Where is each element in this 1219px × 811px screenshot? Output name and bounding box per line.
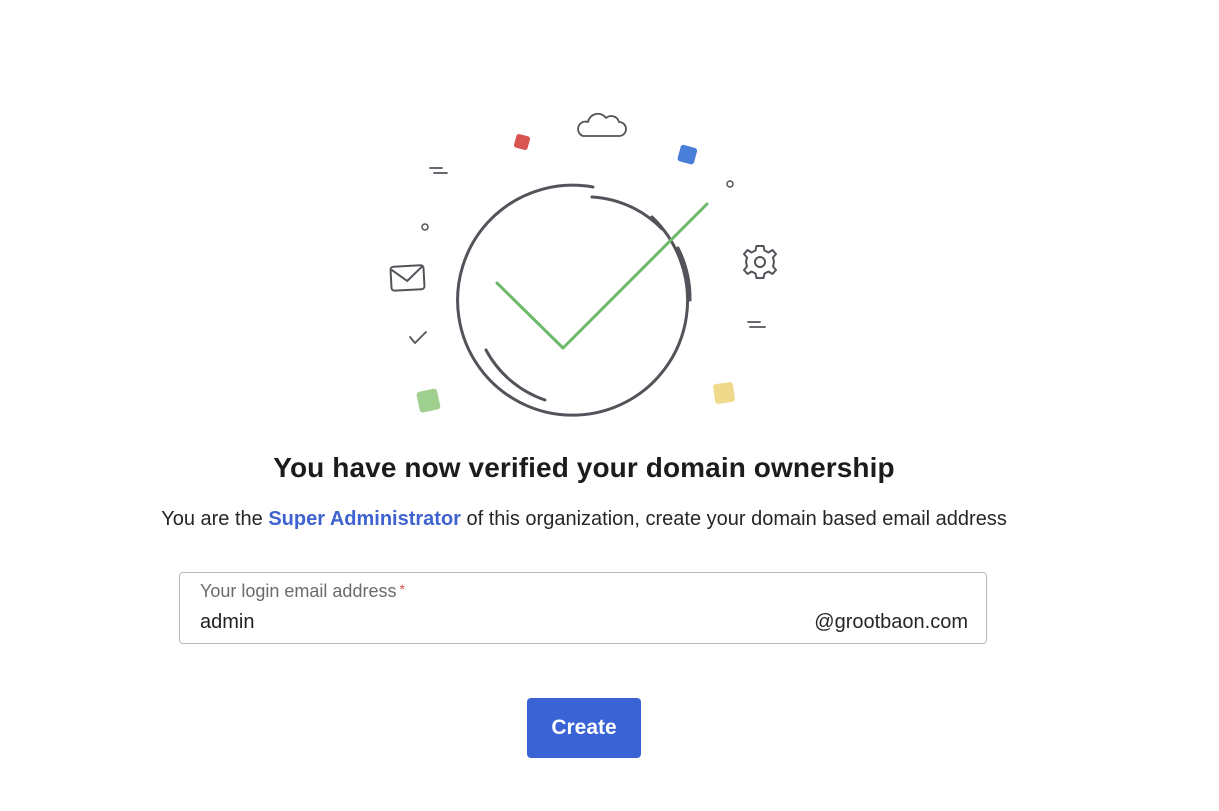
dash-marks-shape bbox=[429, 167, 766, 328]
small-circle-shape bbox=[726, 180, 734, 188]
login-email-field[interactable]: Your login email address* @grootbaon.com bbox=[179, 572, 987, 644]
description-text-after: of this organization, create your domain… bbox=[460, 508, 1007, 530]
required-marker: * bbox=[399, 581, 405, 597]
success-illustration bbox=[389, 112, 777, 417]
verified-domain-page: You have now verified your domain owners… bbox=[0, 0, 1219, 811]
ring-graphic bbox=[456, 183, 692, 417]
super-administrator-link[interactable]: Super Administrator bbox=[268, 508, 461, 530]
login-email-input[interactable] bbox=[200, 611, 760, 634]
envelope-icon bbox=[389, 264, 426, 292]
small-check-icon bbox=[409, 331, 427, 344]
login-email-label: Your login email address * bbox=[200, 581, 405, 602]
login-email-label-text: Your login email address bbox=[200, 581, 397, 601]
create-button[interactable]: Create bbox=[527, 698, 641, 758]
blue-square-shape bbox=[677, 144, 698, 165]
page-title: You have now verified your domain owners… bbox=[273, 452, 895, 483]
green-square-shape bbox=[416, 388, 441, 413]
description-text-before: You are the bbox=[161, 508, 269, 530]
red-square-shape bbox=[513, 133, 531, 151]
big-check-icon bbox=[495, 202, 709, 350]
page-description: You are the Super Administrator of this … bbox=[0, 508, 1168, 531]
small-circle-shape bbox=[421, 223, 429, 231]
email-domain-suffix: @grootbaon.com bbox=[814, 611, 968, 633]
gear-icon bbox=[743, 245, 777, 279]
yellow-square-shape bbox=[713, 382, 735, 404]
cloud-icon bbox=[577, 112, 627, 137]
